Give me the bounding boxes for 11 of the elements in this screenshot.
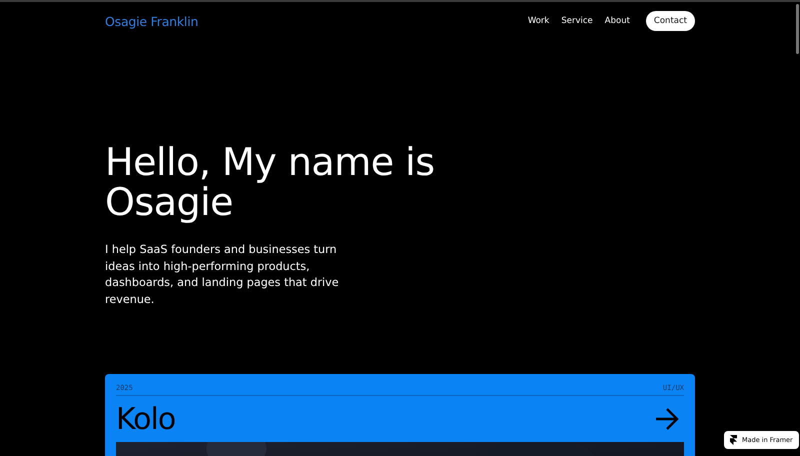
arrow-right-icon[interactable] [655,408,679,430]
hero-heading: Hello, My name is Osagie [105,142,435,222]
nav-link[interactable]: About [604,16,630,26]
logo-link[interactable]: Osagie Franklin [105,14,198,28]
project-title: Kolo [116,402,176,436]
scrollbar-thumb[interactable] [796,4,799,54]
nav-link[interactable]: Work [528,16,550,26]
framer-logo-icon [730,435,737,445]
hero-text: I help SaaS founders and businesses turn ideas into high-performing products, dashboards, and landing pages that drive revenue. [105,242,340,308]
nav-link[interactable]: Service [561,16,593,26]
contact-button[interactable]: Contact [646,11,695,31]
